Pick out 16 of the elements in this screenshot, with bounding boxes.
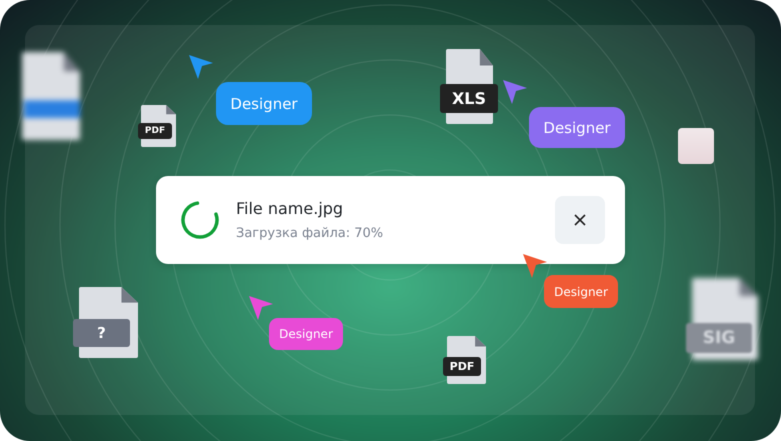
file-type-badge: SIG — [686, 323, 752, 353]
file-type-badge: PDF — [443, 357, 481, 376]
close-icon — [574, 214, 586, 226]
user-label: Designer — [529, 107, 625, 148]
spinner-icon — [180, 200, 220, 240]
user-label: Designer — [544, 275, 618, 308]
file-type-badge: XLS — [440, 84, 498, 113]
file-type-badge: PDF — [138, 123, 172, 139]
file-type-badge: ? — [73, 319, 130, 347]
user-label: Designer — [269, 318, 343, 350]
document-icon — [22, 52, 80, 140]
photo-placeholder — [678, 128, 714, 164]
close-button[interactable] — [555, 196, 605, 244]
file-name: File name.jpg — [236, 199, 344, 218]
upload-status: Загрузка файла: 70% — [236, 226, 384, 241]
user-label: Designer — [216, 82, 312, 125]
